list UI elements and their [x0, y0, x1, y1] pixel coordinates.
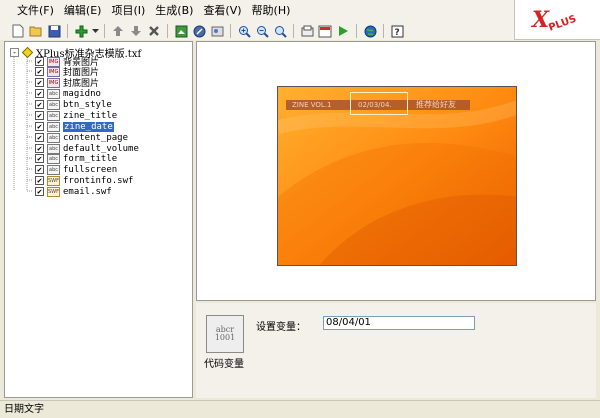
text-var-icon: abc	[47, 88, 60, 99]
svg-text:X: X	[530, 7, 550, 33]
svg-text:PLUS: PLUS	[547, 13, 578, 33]
toolbar-separator	[293, 24, 294, 38]
menu-edit[interactable]: 编辑(E)	[59, 0, 107, 22]
menu-help[interactable]: 帮助(H)	[247, 0, 296, 22]
variable-input[interactable]: 08/04/01	[323, 316, 475, 330]
checkbox[interactable]: ✔	[35, 57, 44, 66]
text-var-icon: abc	[47, 99, 60, 110]
swf-file-icon: SWF	[47, 175, 60, 186]
diamond-icon	[22, 47, 33, 58]
variable-field-label: 设置变量：	[256, 322, 306, 333]
text-var-icon: abc	[47, 153, 60, 164]
checkbox[interactable]: ✔	[35, 78, 44, 87]
new-file-icon[interactable]	[10, 23, 26, 39]
code-icon-line2: 1001	[214, 333, 236, 342]
checkbox[interactable]: ✔	[35, 133, 44, 142]
tree-item-label: zine_title	[63, 110, 118, 121]
toolbar-separator	[356, 24, 357, 38]
checkbox[interactable]: ✔	[35, 165, 44, 174]
tree-item-btn-style[interactable]: ✔ abc btn_style	[35, 99, 112, 110]
toolbar: ?	[0, 22, 514, 40]
tree-item-fullscreen[interactable]: ✔ abc fullscreen	[35, 164, 117, 175]
checkbox[interactable]: ✔	[35, 122, 44, 131]
toolbar-separator	[67, 24, 68, 38]
tree-item-label: frontinfo.swf	[63, 175, 134, 186]
text-var-icon: abc	[47, 110, 60, 121]
toolbar-separator	[230, 24, 231, 38]
tree-item-label: btn_style	[63, 99, 112, 110]
toolbar-separator	[383, 24, 384, 38]
zoom-in-icon[interactable]	[236, 23, 252, 39]
tree-item-label: magidno	[63, 88, 101, 99]
save-icon[interactable]	[46, 23, 62, 39]
collapse-icon[interactable]: -	[10, 48, 19, 57]
move-down-icon[interactable]	[128, 23, 144, 39]
delete-icon[interactable]	[146, 23, 162, 39]
html-icon[interactable]	[317, 23, 333, 39]
text-var-icon: abc	[47, 143, 60, 154]
text-var-icon: abc	[47, 132, 60, 143]
import-image-icon[interactable]	[173, 23, 189, 39]
menu-build[interactable]: 生成(B)	[150, 0, 198, 22]
menu-bar: 文件(F) 编辑(E) 项目(I) 生成(B) 查看(V) 帮助(H)	[0, 0, 600, 22]
checkbox[interactable]: ✔	[35, 111, 44, 120]
checkbox[interactable]: ✔	[35, 67, 44, 76]
recommend-button[interactable]: 推荐给好友	[416, 100, 456, 110]
code-variable-label: 代码变量	[204, 359, 244, 370]
svg-text:?: ?	[394, 28, 399, 38]
move-up-icon[interactable]	[110, 23, 126, 39]
checkbox[interactable]: ✔	[35, 176, 44, 185]
tree-item-zine-title[interactable]: ✔ abc zine_title	[35, 110, 117, 121]
toolbar-separator	[167, 24, 168, 38]
status-bar: 日期文字	[0, 400, 600, 418]
play-icon[interactable]	[335, 23, 351, 39]
tree-item-label: default_volume	[63, 143, 139, 154]
checkbox[interactable]: ✔	[35, 89, 44, 98]
tree-item-label: content_page	[63, 132, 129, 143]
toolbar-separator	[104, 24, 105, 38]
tree-item-content-page[interactable]: ✔ abc content_page	[35, 132, 128, 143]
image-file-icon: IMG	[47, 66, 60, 77]
image-file-icon: IMG	[47, 77, 60, 88]
dropdown-arrow-icon[interactable]	[91, 23, 99, 39]
tree-item-back-image[interactable]: ✔ IMG 封底图片	[35, 77, 99, 89]
tree-item-magidno[interactable]: ✔ abc magidno	[35, 88, 101, 99]
publish-icon[interactable]	[299, 23, 315, 39]
help-icon[interactable]: ?	[389, 23, 405, 39]
tree-item-frontinfo[interactable]: ✔ SWF frontinfo.swf	[35, 175, 133, 186]
add-icon[interactable]	[73, 23, 89, 39]
checkbox[interactable]: ✔	[35, 187, 44, 196]
zoom-fit-icon[interactable]	[272, 23, 288, 39]
menu-view[interactable]: 查看(V)	[198, 0, 246, 22]
image-file-icon: IMG	[47, 56, 60, 67]
checkbox[interactable]: ✔	[35, 154, 44, 163]
tree-item-label: form_title	[63, 153, 118, 164]
selection-highlight	[350, 92, 408, 115]
preview-stage[interactable]: ZINE VOL.1 02/03/04. 推荐给好友	[277, 86, 517, 266]
preview-panel: ZINE VOL.1 02/03/04. 推荐给好友	[196, 41, 596, 301]
text-var-icon: abc	[47, 121, 60, 132]
tree-item-email[interactable]: ✔ SWF email.swf	[35, 186, 112, 197]
tree-item-label: email.swf	[63, 186, 112, 197]
app-logo: X PLUS	[514, 0, 600, 40]
checkbox[interactable]: ✔	[35, 144, 44, 153]
menu-file[interactable]: 文件(F)	[12, 0, 59, 22]
zoom-out-icon[interactable]	[254, 23, 270, 39]
code-variable-button[interactable]: abcr 1001	[206, 315, 244, 353]
volume-label: ZINE VOL.1	[292, 101, 332, 109]
swf-file-icon: SWF	[47, 186, 60, 197]
menu-project[interactable]: 项目(I)	[106, 0, 150, 22]
checkbox[interactable]: ✔	[35, 100, 44, 109]
tree-item-label: fullscreen	[63, 164, 118, 175]
settings-icon[interactable]	[191, 23, 207, 39]
tree-item-label-selected: zine_date	[63, 121, 114, 132]
replace-icon[interactable]	[209, 23, 225, 39]
web-icon[interactable]	[362, 23, 378, 39]
open-folder-icon[interactable]	[28, 23, 44, 39]
properties-panel: abcr 1001 代码变量 设置变量： 08/04/01	[196, 303, 596, 398]
text-var-icon: abc	[47, 164, 60, 175]
tree-item-form-title[interactable]: ✔ abc form_title	[35, 153, 117, 164]
template-tree[interactable]: - XPlus标准杂志模版.txf ✔ IMG 背景图片 ✔ IMG 封面图片 …	[4, 41, 193, 398]
tree-item-zine-date[interactable]: ✔ abc zine_date	[35, 121, 114, 132]
